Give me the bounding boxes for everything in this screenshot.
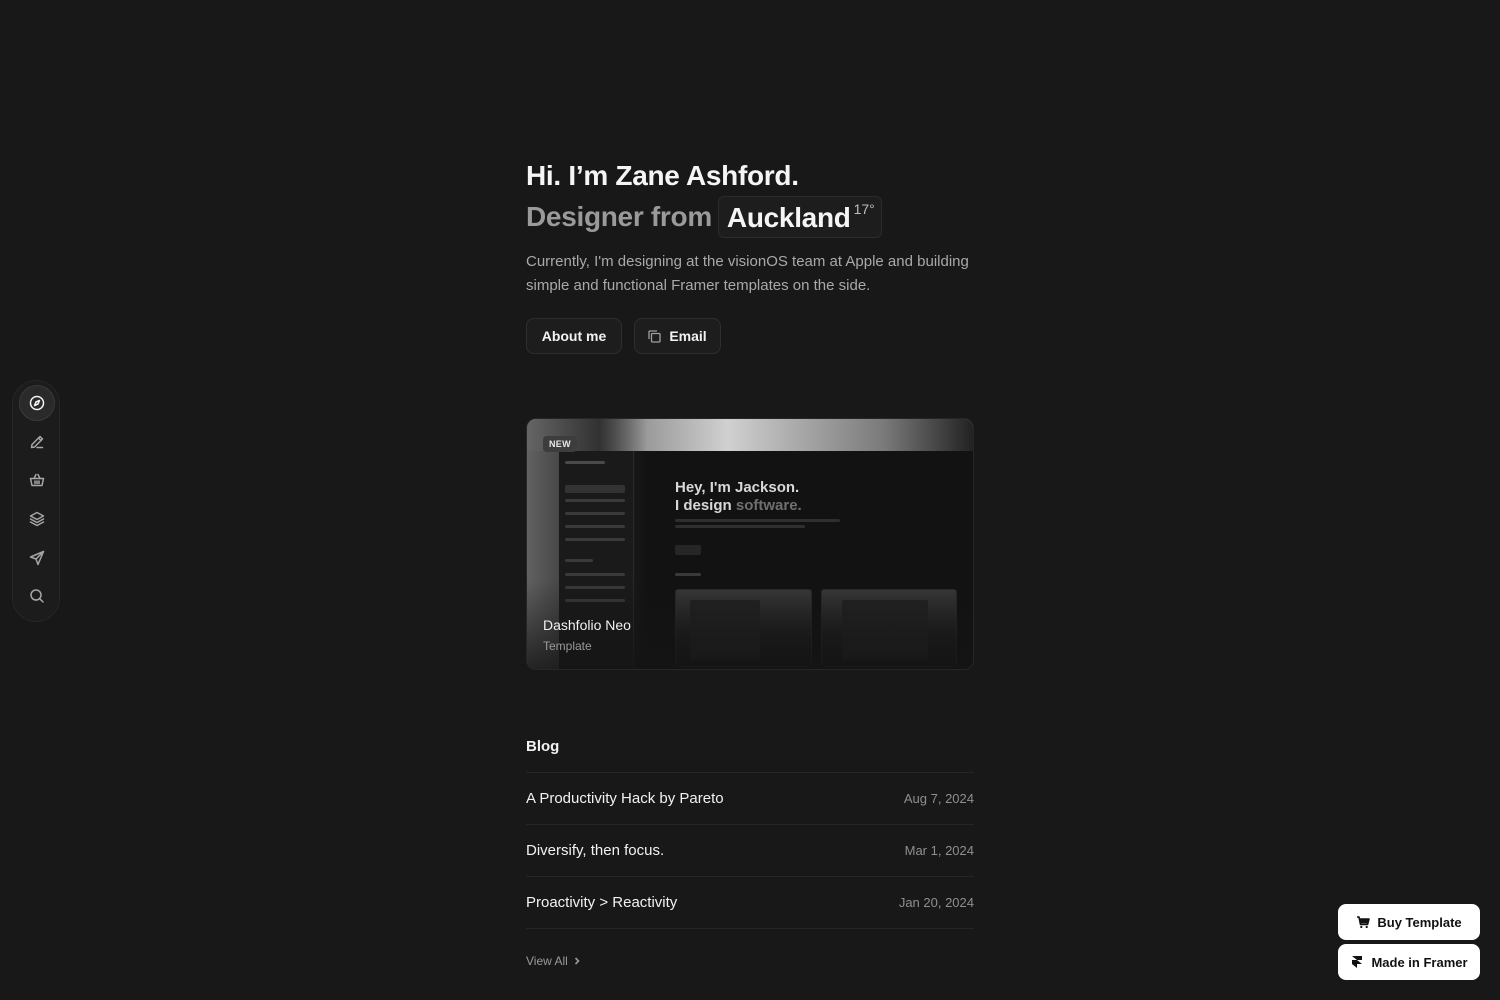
preview-headline-1: Hey, I'm Jackson.: [675, 479, 800, 496]
blog-post-row[interactable]: Proactivity > Reactivity Jan 20, 2024: [526, 877, 974, 929]
compass-icon: [29, 395, 45, 411]
basket-icon: [29, 473, 45, 487]
chevron-right-icon: [574, 957, 580, 965]
hero-role: Designer from Auckland 17°: [526, 196, 882, 238]
temperature: 17°: [853, 201, 875, 217]
intro-text: Currently, I'm designing at the visionOS…: [526, 253, 969, 294]
featured-template-card[interactable]: Hey, I'm Jackson. I design software. NEW…: [526, 418, 974, 670]
sidebar-nav: [12, 380, 60, 622]
blog-post-row[interactable]: Diversify, then focus. Mar 1, 2024: [526, 825, 974, 877]
blog-list: A Productivity Hack by Pareto Aug 7, 202…: [526, 772, 974, 929]
new-badge: NEW: [543, 436, 577, 452]
card-preview-label: [675, 573, 701, 576]
role-prefix: Designer from: [526, 201, 712, 232]
blog-heading: Blog: [526, 738, 560, 755]
view-all-label: View All: [526, 954, 568, 968]
pencil-icon: [30, 435, 44, 449]
card-subtitle: Template: [543, 639, 592, 653]
city-name: Auckland: [726, 202, 851, 233]
about-me-button[interactable]: About me: [526, 318, 622, 354]
blog-post-date: Jan 20, 2024: [898, 895, 974, 910]
nav-shop[interactable]: [19, 462, 55, 498]
preview-headline-2a: I design: [675, 497, 732, 514]
nav-contact[interactable]: [19, 540, 55, 576]
card-preview-chip-1: [675, 545, 701, 555]
email-button-label: Email: [669, 328, 707, 344]
card-title: Dashfolio Neo: [543, 617, 631, 633]
city-chip: Auckland 17°: [717, 196, 882, 238]
send-icon: [29, 550, 45, 566]
blog-post-row[interactable]: A Productivity Hack by Pareto Aug 7, 202…: [526, 773, 974, 825]
search-icon: [30, 589, 44, 603]
preview-headline-2b: software.: [735, 497, 802, 514]
nav-explore[interactable]: [19, 385, 55, 421]
card-preview-headline: Hey, I'm Jackson. I design software.: [675, 479, 802, 515]
framer-logo-icon: [1352, 956, 1363, 968]
blog-post-title: A Productivity Hack by Pareto: [526, 790, 724, 807]
buy-template-label: Buy Template: [1377, 914, 1462, 930]
view-all-link[interactable]: View All: [526, 954, 581, 968]
hero-greeting: Hi. I’m Zane Ashford.: [526, 160, 799, 191]
blog-post-date: Mar 1, 2024: [904, 843, 974, 858]
made-in-framer-label: Made in Framer: [1371, 954, 1468, 970]
blog-post-title: Diversify, then focus.: [526, 842, 665, 859]
card-preview-subtext: [675, 519, 855, 528]
buy-template-button[interactable]: Buy Template: [1338, 904, 1480, 940]
blog-post-date: Aug 7, 2024: [903, 791, 974, 806]
nav-search[interactable]: [19, 578, 55, 614]
layers-icon: [29, 511, 45, 527]
copy-icon: [648, 329, 661, 343]
email-button[interactable]: Email: [634, 318, 721, 354]
made-in-framer-badge[interactable]: Made in Framer: [1338, 944, 1480, 980]
nav-blog[interactable]: [19, 424, 55, 460]
card-preview-chip-2: [711, 545, 739, 555]
blog-post-title: Proactivity > Reactivity: [526, 894, 678, 911]
cart-icon: [1357, 916, 1371, 929]
nav-projects[interactable]: [19, 501, 55, 537]
